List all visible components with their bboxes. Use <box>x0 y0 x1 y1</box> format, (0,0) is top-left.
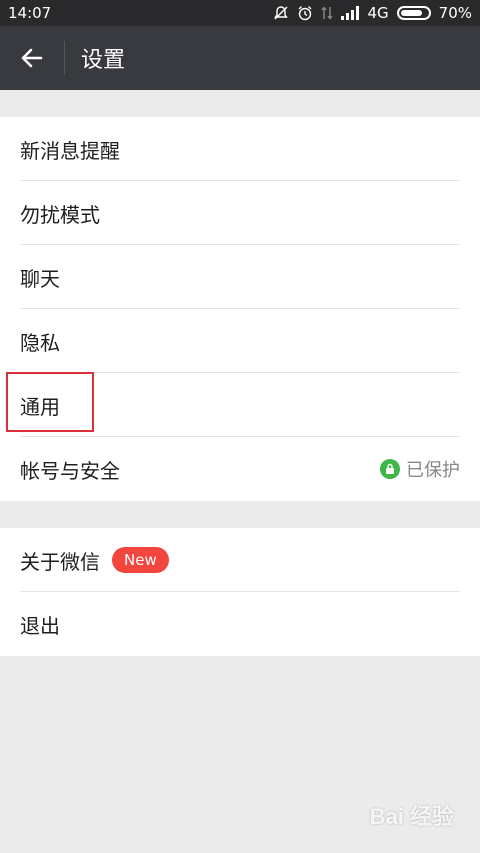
row-do-not-disturb[interactable]: 勿扰模式 <box>0 181 480 245</box>
network-type: 4G <box>367 4 389 22</box>
status-time: 14:07 <box>8 4 52 22</box>
battery-percent: 70% <box>438 4 472 22</box>
title-bar: 设置 <box>0 26 480 90</box>
row-account-security[interactable]: 帐号与安全 已保护 <box>0 437 480 501</box>
row-general[interactable]: 通用 <box>0 373 480 437</box>
alarm-icon <box>297 5 313 21</box>
bell-off-icon <box>273 5 289 21</box>
signal-icon <box>341 6 360 20</box>
row-label: 聊天 <box>20 266 60 291</box>
watermark: Bai 经验 <box>369 804 454 829</box>
settings-main-group: 新消息提醒 勿扰模式 聊天 隐私 通用 帐号与安全 已保护 <box>0 117 480 501</box>
row-log-out[interactable]: 退出 <box>0 592 480 656</box>
protection-status: 已保护 <box>380 456 460 482</box>
row-label: 退出 <box>20 613 60 638</box>
title-divider <box>64 41 65 75</box>
row-chats[interactable]: 聊天 <box>0 245 480 309</box>
new-badge: New <box>112 547 169 573</box>
row-label: 隐私 <box>20 330 60 355</box>
lock-icon <box>380 459 400 479</box>
row-about-wechat[interactable]: 关于微信 New <box>0 528 480 592</box>
protection-status-text: 已保护 <box>406 460 460 481</box>
data-arrows-icon <box>321 5 334 21</box>
row-label: 通用 <box>20 394 60 419</box>
row-privacy[interactable]: 隐私 <box>0 309 480 373</box>
back-button[interactable] <box>0 26 64 90</box>
status-bar: 14:07 4G 70% <box>0 0 480 26</box>
battery-icon <box>396 6 431 20</box>
arrow-left-icon <box>21 48 43 68</box>
row-label: 帐号与安全 <box>20 458 120 483</box>
status-icons: 4G 70% <box>273 4 472 22</box>
row-label: 勿扰模式 <box>20 202 100 227</box>
row-label: 新消息提醒 <box>20 138 120 163</box>
page-title: 设置 <box>81 48 126 73</box>
row-new-message-alerts[interactable]: 新消息提醒 <box>0 117 480 181</box>
settings-secondary-group: 关于微信 New 退出 <box>0 528 480 656</box>
row-label: 关于微信 <box>20 549 100 574</box>
